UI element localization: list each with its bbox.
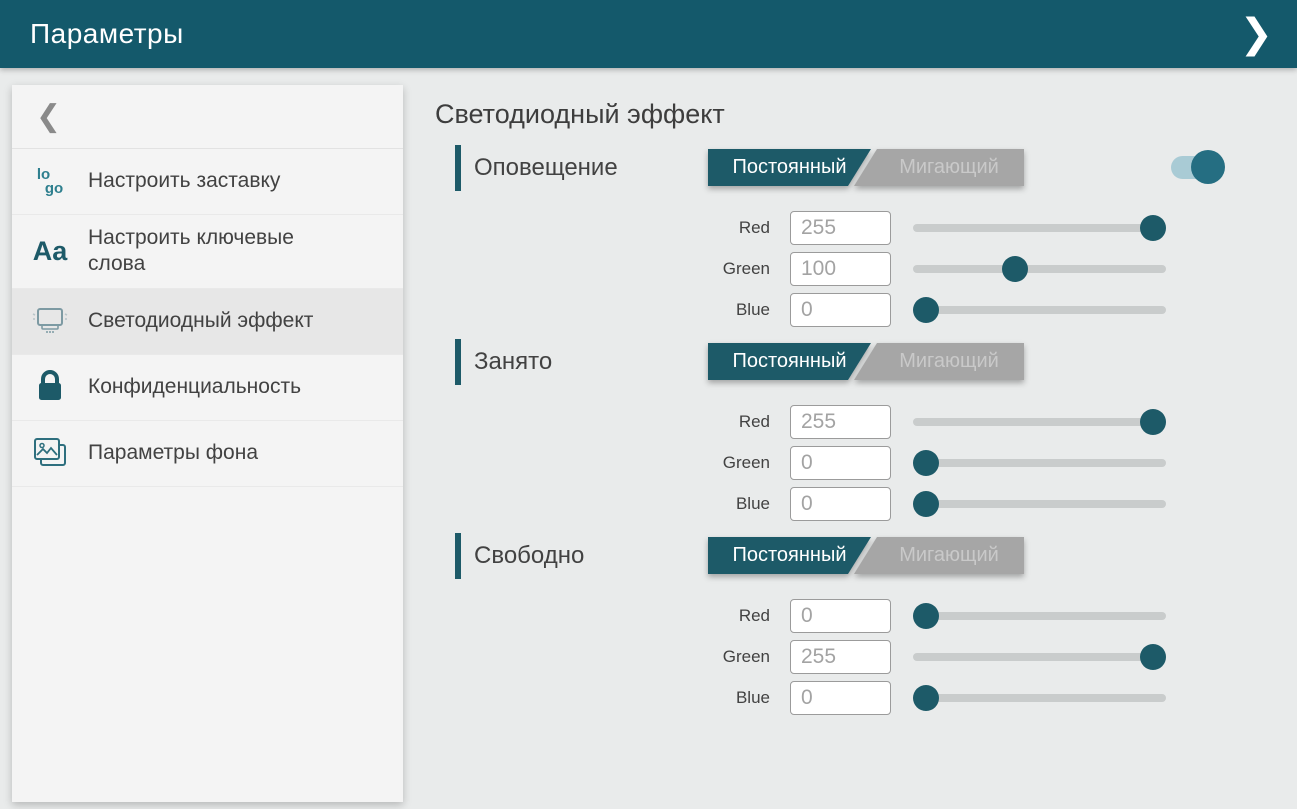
green-slider[interactable] — [913, 640, 1166, 673]
section-notification: Оповещение Постоянный Мигающий Red — [455, 144, 1255, 326]
channel-row-red: Red — [455, 211, 1255, 244]
sidebar-item-led-effect[interactable]: Светодиодный эффект — [12, 289, 403, 355]
channel-label: Red — [455, 606, 790, 626]
sidebar-item-privacy[interactable]: Конфиденциальность — [12, 355, 403, 421]
red-value-input[interactable] — [790, 599, 891, 633]
mode-segmented-control[interactable]: Постоянный Мигающий — [708, 149, 1024, 186]
blue-value-input[interactable] — [790, 681, 891, 715]
logo-icon: lo go — [12, 168, 88, 195]
channel-row-blue: Blue — [455, 293, 1255, 326]
images-icon — [12, 436, 88, 470]
sidebar-item-label: Настроить ключевые слова — [88, 225, 338, 278]
notification-toggle[interactable] — [1171, 148, 1225, 186]
slider-thumb[interactable] — [913, 297, 939, 323]
blue-slider[interactable] — [913, 487, 1166, 520]
blue-slider[interactable] — [913, 681, 1166, 714]
channel-row-blue: Blue — [455, 487, 1255, 520]
channel-label: Blue — [455, 688, 790, 708]
slider-track[interactable] — [913, 459, 1166, 467]
slider-thumb[interactable] — [1140, 215, 1166, 241]
section-accent-bar — [455, 145, 461, 191]
mode-option-constant-label[interactable]: Постоянный — [708, 537, 871, 574]
sidebar-back-row[interactable]: ❮ — [12, 85, 403, 149]
mode-segmented-control[interactable]: Постоянный Мигающий — [708, 537, 1024, 574]
red-slider[interactable] — [913, 599, 1166, 632]
sidebar-item-background[interactable]: Параметры фона — [12, 421, 403, 487]
slider-thumb[interactable] — [1140, 644, 1166, 670]
section-name: Свободно — [474, 542, 584, 570]
slider-track[interactable] — [913, 306, 1166, 314]
slider-thumb[interactable] — [913, 491, 939, 517]
lock-icon — [12, 370, 88, 404]
logo-icon-line2: go — [45, 182, 63, 196]
mode-option-constant-label[interactable]: Постоянный — [708, 343, 871, 380]
green-value-input[interactable] — [790, 252, 891, 286]
channel-row-red: Red — [455, 599, 1255, 632]
section-name: Оповещение — [474, 154, 618, 182]
slider-track[interactable] — [913, 653, 1166, 661]
mode-option-blinking-label[interactable]: Мигающий — [874, 343, 1024, 380]
sidebar-item-label: Настроить заставку — [88, 168, 280, 194]
section-busy: Занято Постоянный Мигающий Red — [455, 338, 1255, 520]
red-slider[interactable] — [913, 211, 1166, 244]
collapse-panel-icon[interactable]: ❯ — [1231, 8, 1281, 60]
blue-value-input[interactable] — [790, 487, 891, 521]
section-free: Свободно Постоянный Мигающий Red — [455, 532, 1255, 714]
green-value-input[interactable] — [790, 446, 891, 480]
sidebar-item-label: Параметры фона — [88, 440, 258, 466]
channel-label: Green — [455, 259, 790, 279]
mode-option-constant-label[interactable]: Постоянный — [708, 149, 871, 186]
slider-track[interactable] — [913, 224, 1166, 232]
section-accent-bar — [455, 533, 461, 579]
section-name: Занято — [474, 348, 552, 376]
slider-thumb[interactable] — [1140, 409, 1166, 435]
channel-row-green: Green — [455, 446, 1255, 479]
sidebar-item-label: Конфиденциальность — [88, 374, 301, 400]
section-accent-bar — [455, 339, 461, 385]
slider-track[interactable] — [913, 694, 1166, 702]
sidebar-item-keywords[interactable]: Aa Настроить ключевые слова — [12, 215, 403, 289]
slider-track[interactable] — [913, 418, 1166, 426]
green-slider[interactable] — [913, 446, 1166, 479]
display-icon — [12, 305, 88, 337]
blue-value-input[interactable] — [790, 293, 891, 327]
app-header: Параметры ❯ — [0, 0, 1297, 68]
slider-track[interactable] — [913, 265, 1166, 273]
blue-slider[interactable] — [913, 293, 1166, 326]
sidebar-item-splash-screen[interactable]: lo go Настроить заставку — [12, 149, 403, 215]
red-value-input[interactable] — [790, 211, 891, 245]
channel-label: Red — [455, 218, 790, 238]
back-icon[interactable]: ❮ — [36, 99, 61, 134]
channel-row-red: Red — [455, 405, 1255, 438]
main-content: Светодиодный эффект Оповещение Постоянны… — [435, 85, 1255, 726]
mode-option-blinking-label[interactable]: Мигающий — [874, 149, 1024, 186]
sidebar: ❮ lo go Настроить заставку Aa Настроить … — [12, 85, 403, 802]
slider-thumb[interactable] — [913, 603, 939, 629]
channel-label: Red — [455, 412, 790, 432]
red-value-input[interactable] — [790, 405, 891, 439]
green-slider[interactable] — [913, 252, 1166, 285]
toggle-knob — [1191, 150, 1225, 184]
page-title: Светодиодный эффект — [435, 99, 1255, 130]
channel-label: Green — [455, 453, 790, 473]
mode-segmented-control[interactable]: Постоянный Мигающий — [708, 343, 1024, 380]
red-slider[interactable] — [913, 405, 1166, 438]
slider-thumb[interactable] — [913, 450, 939, 476]
slider-thumb[interactable] — [913, 685, 939, 711]
channel-row-blue: Blue — [455, 681, 1255, 714]
mode-option-blinking-label[interactable]: Мигающий — [874, 537, 1024, 574]
channel-label: Blue — [455, 300, 790, 320]
slider-thumb[interactable] — [1002, 256, 1028, 282]
channel-row-green: Green — [455, 252, 1255, 285]
sidebar-item-label: Светодиодный эффект — [88, 308, 313, 334]
channel-row-green: Green — [455, 640, 1255, 673]
slider-track[interactable] — [913, 612, 1166, 620]
channel-label: Blue — [455, 494, 790, 514]
channel-label: Green — [455, 647, 790, 667]
app-title: Параметры — [30, 18, 184, 50]
slider-track[interactable] — [913, 500, 1166, 508]
green-value-input[interactable] — [790, 640, 891, 674]
text-aa-icon: Aa — [12, 238, 88, 265]
